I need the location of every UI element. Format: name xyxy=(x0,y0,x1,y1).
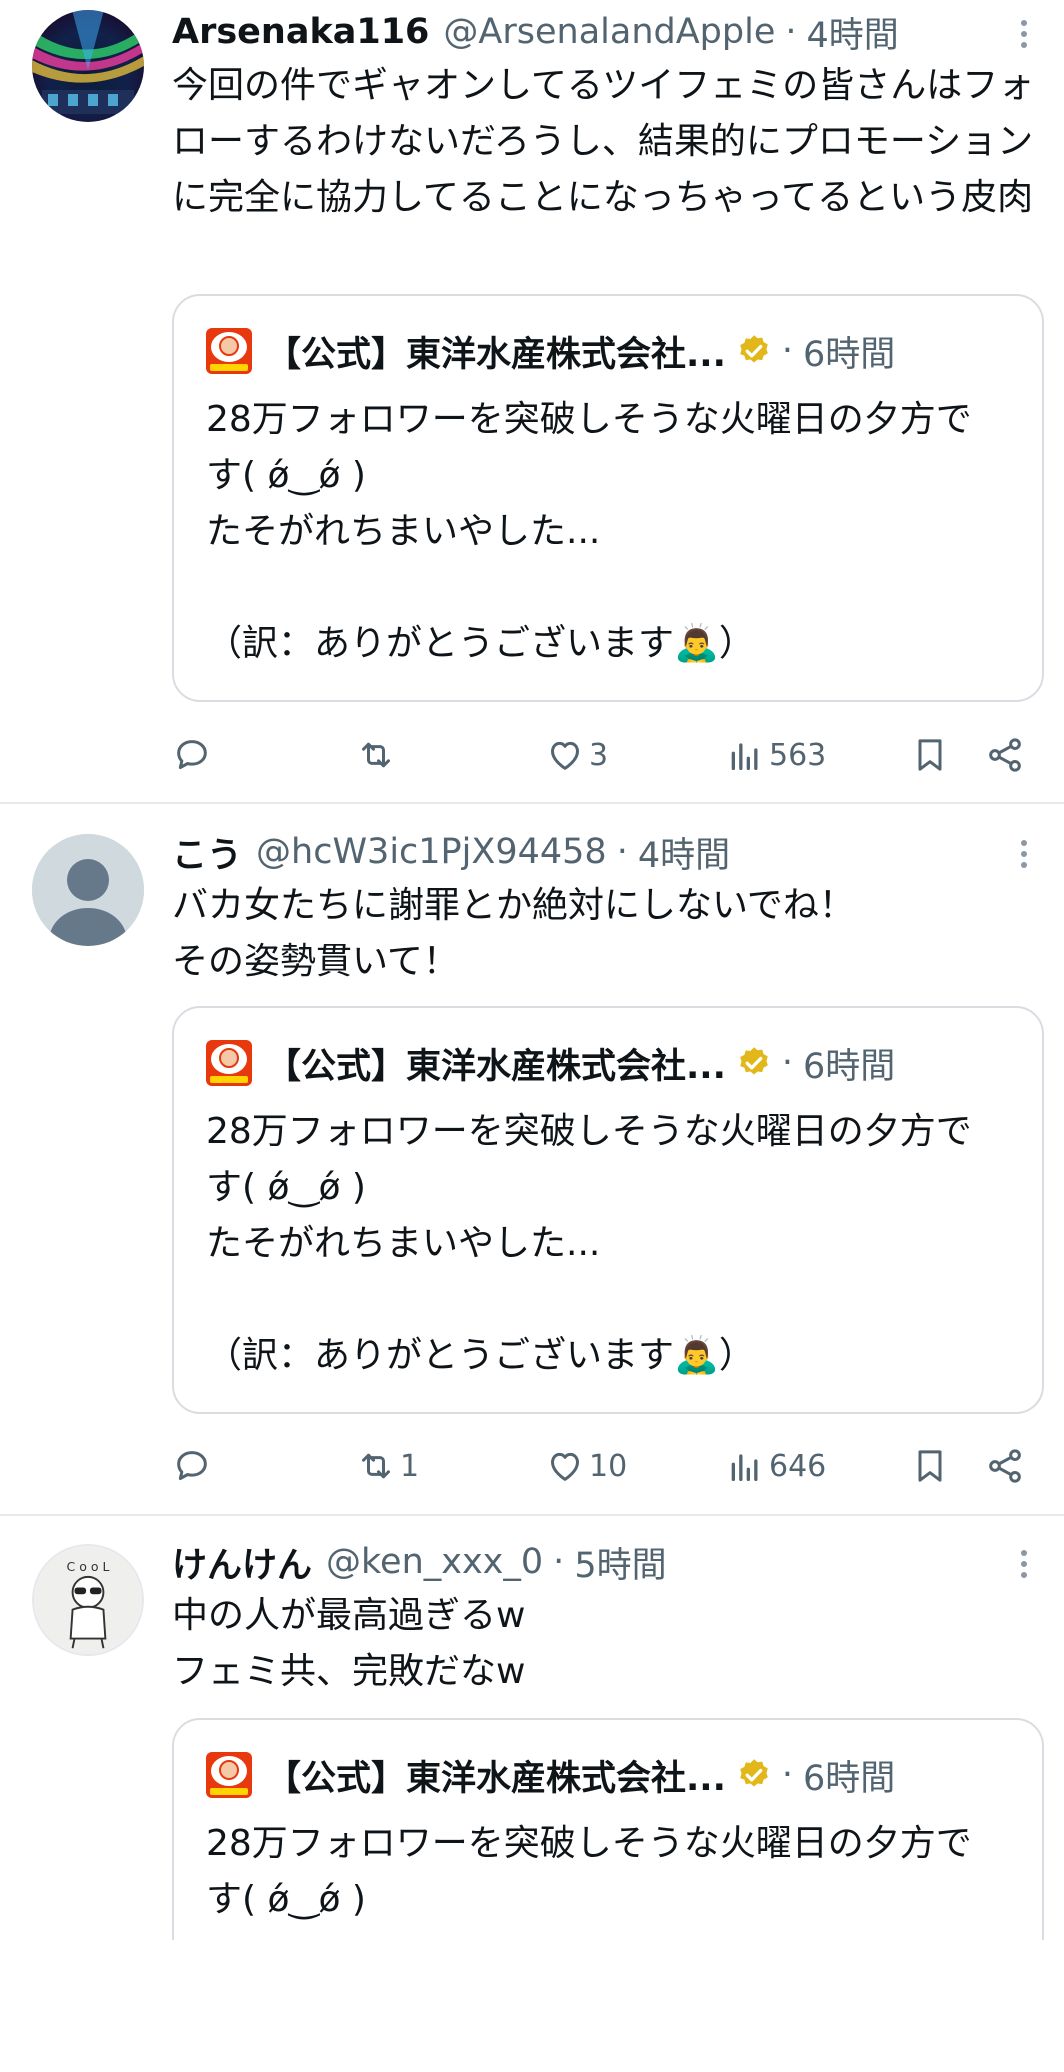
avatar[interactable]: C o o L xyxy=(32,1544,144,1656)
reply-icon xyxy=(177,1451,207,1480)
retweet-button[interactable] xyxy=(356,725,400,785)
brand-logo-avatar xyxy=(206,328,252,374)
heart-icon xyxy=(551,1452,579,1481)
quote-display-name: 【公式】東洋水産株式会社... xyxy=(266,1046,726,1087)
retweet-icon xyxy=(362,742,390,768)
share-button[interactable] xyxy=(985,725,1025,785)
tweet[interactable]: C o o L けんけん @ken_xxx_0 · 5時間 中の人が最高過ぎるw… xyxy=(0,1516,1064,1940)
brand-logo-avatar xyxy=(206,1752,252,1798)
share-icon xyxy=(989,1449,1021,1483)
action-bar: 1 10 646 xyxy=(0,1436,1064,1496)
reply-icon xyxy=(177,740,207,769)
bookmark-button[interactable] xyxy=(910,725,950,785)
view-count: 646 xyxy=(769,1448,827,1484)
reply-button[interactable] xyxy=(172,1436,216,1496)
quote-display-name: 【公式】東洋水産株式会社... xyxy=(266,334,726,375)
bookmark-icon xyxy=(918,1450,942,1482)
avatar[interactable] xyxy=(32,834,144,946)
reply-button[interactable] xyxy=(172,725,216,785)
retweet-button[interactable]: 1 xyxy=(356,1436,419,1496)
display-name[interactable]: こう xyxy=(172,827,242,878)
default-user-avatar xyxy=(32,834,144,946)
user-handle[interactable]: @hcW3ic1PjX94458 xyxy=(256,832,607,872)
share-icon xyxy=(989,738,1021,772)
separator-dot: · xyxy=(781,1043,794,1083)
avatar[interactable] xyxy=(32,10,144,122)
user-handle[interactable]: @ArsenalandApple xyxy=(443,12,775,52)
svg-text:C o o L: C o o L xyxy=(67,1559,110,1574)
views-button[interactable]: 646 xyxy=(725,1436,826,1496)
views-button[interactable]: 563 xyxy=(725,725,826,785)
like-count: 10 xyxy=(589,1448,628,1484)
bar-chart-icon xyxy=(731,743,758,770)
action-bar: 3 563 xyxy=(0,725,1064,785)
brand-logo-avatar xyxy=(206,1040,252,1086)
timestamp[interactable]: 4時間 xyxy=(638,827,730,878)
timestamp[interactable]: 5時間 xyxy=(574,1537,666,1588)
tweet-text: 中の人が最高過ぎるw フェミ共、完敗だなw xyxy=(172,1595,526,1692)
quote-header: 【公式】東洋水産株式会社... · 6時間 xyxy=(206,326,895,376)
quoted-tweet[interactable]: 【公式】東洋水産株式会社... · 6時間 28万フォロワーを突破しそうな火曜日… xyxy=(172,1006,1044,1414)
more-options-button[interactable] xyxy=(1000,1540,1048,1588)
retweet-count: 1 xyxy=(400,1448,420,1484)
more-options-button[interactable] xyxy=(1000,830,1048,878)
verified-badge-icon xyxy=(740,1759,768,1787)
bar-chart-icon xyxy=(731,1454,758,1481)
bookmark-icon xyxy=(918,739,942,771)
tweet[interactable]: こう @hcW3ic1PjX94458 · 4時間 バカ女たちに謝罪とか絶対にし… xyxy=(0,804,1064,1514)
quote-timestamp: 6時間 xyxy=(803,1758,896,1799)
user-handle[interactable]: @ken_xxx_0 xyxy=(326,1542,543,1582)
like-button[interactable]: 10 xyxy=(545,1436,627,1496)
separator-dot: · xyxy=(616,832,628,872)
separator-dot: · xyxy=(781,1755,794,1795)
neon-photo-avatar xyxy=(32,10,144,122)
quote-timestamp: 6時間 xyxy=(803,334,896,375)
verified-badge-icon xyxy=(740,1047,768,1075)
separator-dot: · xyxy=(553,1542,565,1582)
display-name[interactable]: けんけん xyxy=(172,1537,312,1588)
share-button[interactable] xyxy=(985,1436,1025,1496)
quote-timestamp: 6時間 xyxy=(803,1046,896,1087)
tweet-text: バカ女たちに謝罪とか絶対にしないでね！ その姿勢貫いて！ xyxy=(172,885,855,982)
display-name[interactable]: Arsenaka116 xyxy=(172,12,429,52)
tweet-text: 今回の件でギャオンしてるツイフェミの皆さんはフォローするわけないだろうし、結果的… xyxy=(172,65,1035,218)
quote-header: 【公式】東洋水産株式会社... · 6時間 xyxy=(206,1038,895,1088)
timestamp[interactable]: 4時間 xyxy=(807,7,899,58)
heart-icon xyxy=(551,741,579,770)
quote-text: 28万フォロワーを突破しそうな火曜日の夕方です( ǿ‿ǿ ) たそがれちまいやし… xyxy=(206,1111,972,1376)
quote-display-name: 【公式】東洋水産株式会社... xyxy=(266,1758,726,1799)
quote-header: 【公式】東洋水産株式会社... · 6時間 xyxy=(206,1750,895,1800)
separator-dot: · xyxy=(785,12,797,52)
quoted-tweet[interactable]: 【公式】東洋水産株式会社... · 6時間 28万フォロワーを突破しそうな火曜日… xyxy=(172,1718,1044,1940)
verified-badge-icon xyxy=(740,335,768,363)
quote-text: 28万フォロワーを突破しそうな火曜日の夕方です( ǿ‿ǿ ) たそがれちまいやし… xyxy=(206,399,972,664)
tweet[interactable]: Arsenaka116 @ArsenalandApple · 4時間 今回の件で… xyxy=(0,0,1064,800)
like-button[interactable]: 3 xyxy=(545,725,608,785)
tweet-header: こう @hcW3ic1PjX94458 · 4時間 xyxy=(172,828,730,876)
bookmark-button[interactable] xyxy=(910,1436,950,1496)
tweet-header: Arsenaka116 @ArsenalandApple · 4時間 xyxy=(172,8,899,56)
retweet-icon xyxy=(362,1453,390,1479)
view-count: 563 xyxy=(769,737,827,773)
quoted-tweet[interactable]: 【公式】東洋水産株式会社... · 6時間 28万フォロワーを突破しそうな火曜日… xyxy=(172,294,1044,702)
cartoon-sunglasses-avatar: C o o L xyxy=(34,1546,142,1654)
more-options-button[interactable] xyxy=(1000,10,1048,58)
quote-text: 28万フォロワーを突破しそうな火曜日の夕方です( ǿ‿ǿ ) xyxy=(206,1823,972,1920)
separator-dot: · xyxy=(781,331,794,371)
like-count: 3 xyxy=(589,737,609,773)
timeline-feed: Arsenaka116 @ArsenalandApple · 4時間 今回の件で… xyxy=(0,0,1064,1940)
tweet-header: けんけん @ken_xxx_0 · 5時間 xyxy=(172,1538,667,1586)
